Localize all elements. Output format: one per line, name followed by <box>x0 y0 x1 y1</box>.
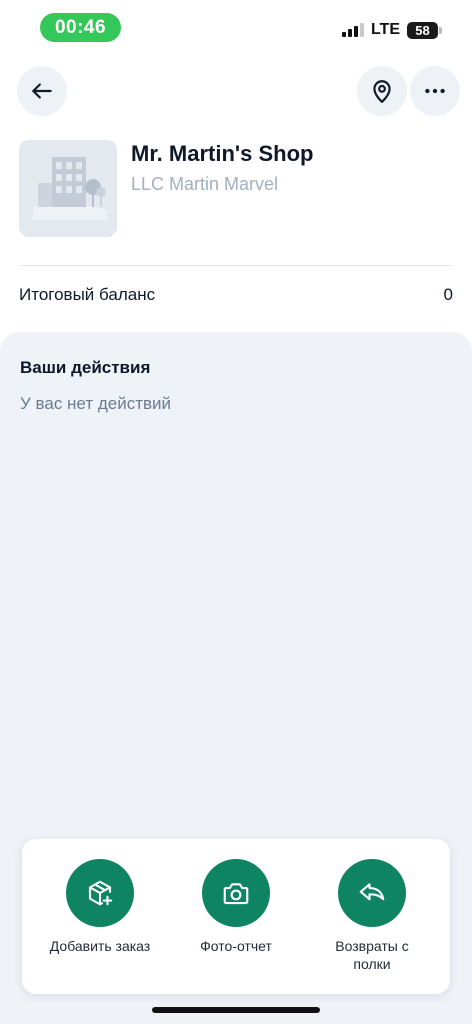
actions-empty-text: У вас нет действий <box>20 394 172 413</box>
bottom-action-bar: Добавить заказ Фото-отчет Возвраты с пол… <box>22 839 450 994</box>
actions-title: Ваши действия <box>20 358 151 377</box>
arrow-left-icon <box>32 83 52 99</box>
signal-icon <box>341 23 364 37</box>
package-plus-icon <box>88 880 113 906</box>
battery-percent: 58 <box>415 22 430 38</box>
add-order-action[interactable]: Добавить заказ <box>30 859 170 955</box>
more-button[interactable] <box>410 66 460 116</box>
status-indicators: LTE 58 <box>341 20 442 40</box>
more-horizontal-icon <box>425 88 445 94</box>
photo-report-action[interactable]: Фото-отчет <box>166 859 306 955</box>
add-order-label: Добавить заказ <box>49 938 151 954</box>
reply-icon <box>359 883 385 901</box>
photo-report-label: Фото-отчет <box>200 938 272 954</box>
shelf-returns-action[interactable]: Возвраты с полки <box>302 859 442 973</box>
balance-value: 0 <box>443 285 453 304</box>
balance-label: Итоговый баланс <box>19 285 156 304</box>
map-pin-icon <box>373 80 391 103</box>
shelf-returns-label: Возвраты с полки <box>335 938 409 972</box>
shop-company: LLC Martin Marvel <box>131 174 279 194</box>
shelf-returns-button[interactable] <box>338 859 406 927</box>
divider <box>19 265 453 266</box>
network-type: LTE <box>370 21 400 38</box>
screen: 00:46 LTE 58 Mr. Martin's Shop LLC Marti… <box>0 0 472 1024</box>
camera-icon <box>223 883 249 905</box>
photo-report-button[interactable] <box>202 859 270 927</box>
building-placeholder-icon <box>19 140 117 237</box>
shop-name: Mr. Martin's Shop <box>131 141 314 166</box>
status-time: 00:46 <box>40 13 121 42</box>
back-button[interactable] <box>17 66 67 116</box>
shop-thumbnail <box>19 140 117 237</box>
add-order-button[interactable] <box>66 859 134 927</box>
home-indicator[interactable] <box>152 1007 320 1013</box>
battery-icon: 58 <box>407 21 442 39</box>
location-button[interactable] <box>357 66 407 116</box>
